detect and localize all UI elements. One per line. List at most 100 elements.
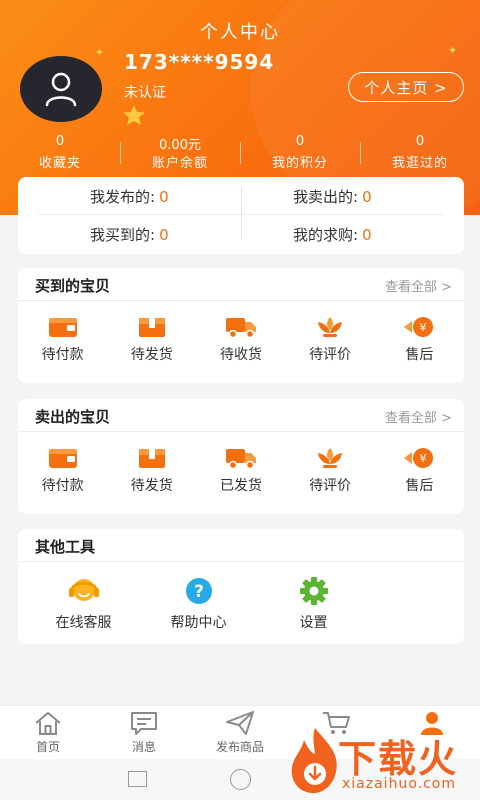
sparkle-icon: ✦ — [448, 44, 458, 57]
bought-pending-receive[interactable]: 待收货 — [196, 314, 285, 364]
tool-label: 设置 — [299, 615, 328, 631]
summary-label: 我卖出的: — [293, 188, 359, 206]
stat-label: 收藏夹 — [38, 156, 81, 171]
section-title: 卖出的宝贝 — [35, 408, 111, 426]
summary-card: 我发布的: 0 我卖出的: 0 我买到的: 0 我的求购: 0 — [18, 177, 464, 254]
truck-icon — [224, 445, 258, 471]
stat-visited[interactable]: 0 我逛过的 — [360, 134, 480, 171]
stat-favorites[interactable]: 0 收藏夹 — [0, 134, 120, 171]
tool-settings[interactable]: 设置 — [256, 576, 371, 632]
summary-published[interactable]: 我发布的: 0 — [90, 186, 169, 207]
tools-row: 在线客服 ? 帮助中心 设置 — [18, 562, 464, 632]
order-status-label: 售后 — [405, 478, 434, 494]
svg-text:?: ? — [194, 582, 204, 602]
stat-balance[interactable]: 0.00元 账户余额 — [120, 134, 240, 171]
truck-icon — [224, 314, 258, 340]
section-title: 买到的宝贝 — [35, 277, 111, 295]
stat-label: 我逛过的 — [391, 156, 448, 171]
tool-online-service[interactable]: 在线客服 — [26, 576, 141, 632]
stat-value: 0 — [55, 134, 65, 149]
sold-pending-payment[interactable]: 待付款 — [18, 445, 107, 495]
sparkle-icon: ✦ — [95, 46, 105, 59]
home-icon — [35, 712, 61, 735]
tool-label: 帮助中心 — [170, 615, 227, 631]
order-status-label: 售后 — [405, 347, 434, 363]
sold-pending-ship[interactable]: 待发货 — [107, 445, 196, 495]
system-home-button[interactable] — [230, 769, 251, 790]
section-header: 卖出的宝贝 查看全部 > — [18, 399, 464, 432]
bought-after-sale[interactable]: ¥ 售后 — [375, 314, 464, 364]
stat-label: 我的积分 — [271, 156, 328, 171]
tab-publish[interactable]: 发布商品 — [192, 706, 288, 759]
message-icon — [131, 712, 157, 735]
stat-points[interactable]: 0 我的积分 — [240, 134, 360, 171]
personal-homepage-button[interactable]: 个人主页 > — [348, 72, 464, 102]
section-header: 买到的宝贝 查看全部 > — [18, 268, 464, 301]
order-status-label: 待评价 — [309, 478, 352, 494]
flame-logo-icon — [291, 728, 337, 794]
tab-label: 消息 — [131, 740, 156, 754]
sold-pending-review[interactable]: 待评价 — [286, 445, 375, 495]
tab-label: 发布商品 — [215, 740, 264, 754]
bought-pending-payment[interactable]: 待付款 — [18, 314, 107, 364]
wallet-icon — [46, 445, 80, 471]
page-title: 个人中心 — [200, 22, 280, 43]
tools-section: 其他工具 在线客服 ? 帮助中心 设置 — [18, 529, 464, 644]
tab-label: 首页 — [35, 740, 60, 754]
summary-label: 我发布的: — [90, 188, 156, 206]
summary-wanted[interactable]: 我的求购: 0 — [293, 224, 372, 245]
bought-pending-ship[interactable]: 待发货 — [107, 314, 196, 364]
bought-section: 买到的宝贝 查看全部 > 待付款 待发货 待收货 待评价 ¥ 售后 — [18, 268, 464, 383]
tool-help-center[interactable]: ? 帮助中心 — [141, 576, 256, 632]
tab-messages[interactable]: 消息 — [96, 706, 192, 759]
avatar[interactable] — [20, 56, 102, 122]
divider — [38, 214, 444, 215]
order-status-row: 待付款 待发货 待收货 待评价 ¥ 售后 — [18, 301, 464, 364]
tab-home[interactable]: 首页 — [0, 706, 96, 759]
stat-label: 账户余额 — [151, 156, 208, 171]
bought-pending-review[interactable]: 待评价 — [286, 314, 375, 364]
order-status-label: 待发货 — [130, 347, 173, 363]
view-all-sold-link[interactable]: 查看全部 > — [385, 407, 452, 426]
summary-label: 我的求购: — [293, 226, 359, 244]
send-icon — [226, 711, 254, 735]
package-icon — [135, 314, 169, 340]
divider — [241, 187, 242, 239]
summary-bought[interactable]: 我买到的: 0 — [90, 224, 169, 245]
flower-icon — [313, 445, 347, 471]
section-header: 其他工具 — [18, 529, 464, 562]
stats-row: 0 收藏夹 0.00元 账户余额 0 我的积分 0 我逛过的 — [0, 134, 480, 171]
order-status-label: 待付款 — [41, 347, 84, 363]
headset-icon — [68, 579, 99, 601]
watermark: 下载火 xiazaihuo.com — [286, 722, 478, 800]
tool-label: 在线客服 — [55, 615, 112, 631]
star-icon — [123, 105, 145, 125]
order-status-label: 待评价 — [309, 347, 352, 363]
stat-value: 0.00元 — [159, 138, 201, 153]
stat-value: 0 — [415, 134, 425, 149]
watermark-text: 下载火 — [338, 737, 459, 781]
order-status-label: 待付款 — [41, 478, 84, 494]
sold-shipped[interactable]: 已发货 — [196, 445, 285, 495]
order-status-label: 已发货 — [219, 478, 262, 494]
view-all-bought-link[interactable]: 查看全部 > — [385, 276, 452, 295]
svg-text:¥: ¥ — [420, 321, 427, 334]
recent-apps-button[interactable] — [128, 771, 147, 787]
verify-status[interactable]: 未认证 — [124, 82, 166, 102]
watermark-url: xiazaihuo.com — [342, 776, 456, 792]
order-status-label: 待发货 — [130, 478, 173, 494]
wallet-icon — [46, 314, 80, 340]
sold-after-sale[interactable]: ¥ 售后 — [375, 445, 464, 495]
order-status-row: 待付款 待发货 已发货 待评价 ¥ 售后 — [18, 432, 464, 495]
section-title: 其他工具 — [35, 538, 96, 556]
help-icon: ? — [185, 578, 212, 604]
sold-section: 卖出的宝贝 查看全部 > 待付款 待发货 已发货 待评价 ¥ 售后 — [18, 399, 464, 514]
yen-refund-icon: ¥ — [402, 445, 436, 471]
flower-icon — [313, 314, 347, 340]
summary-value: 0 — [362, 226, 372, 244]
svg-text:¥: ¥ — [420, 452, 427, 465]
user-avatar-icon — [45, 72, 77, 107]
summary-sold[interactable]: 我卖出的: 0 — [293, 186, 372, 207]
order-status-label: 待收货 — [219, 347, 262, 363]
stat-value: 0 — [295, 134, 305, 149]
